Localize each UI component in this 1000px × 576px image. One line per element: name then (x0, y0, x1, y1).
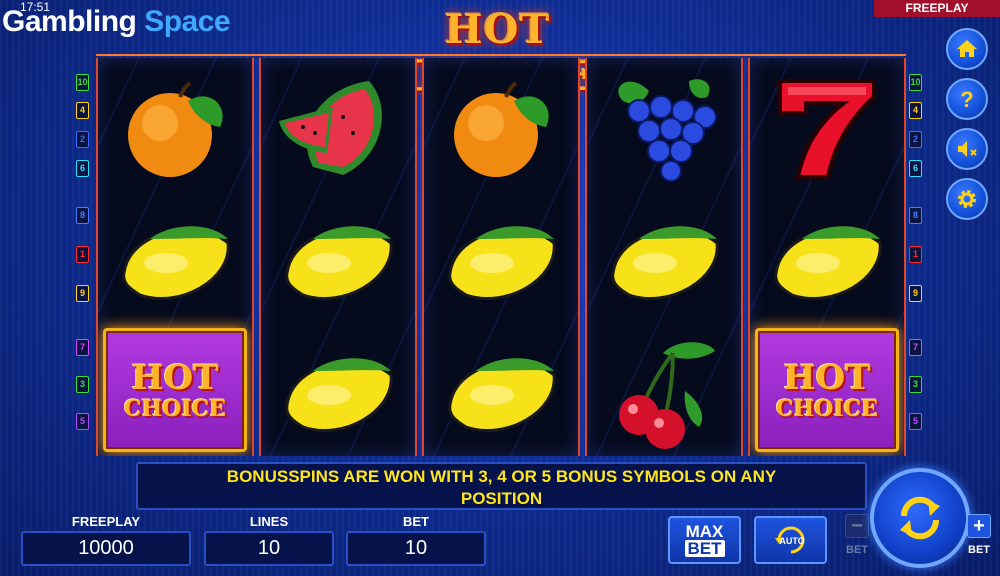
orange-icon (128, 81, 223, 177)
freeplay-stat: FREEPLAY 10000 (21, 514, 191, 566)
symbol-cell (261, 60, 415, 192)
lemon-icon (774, 226, 882, 301)
home-button[interactable] (946, 28, 988, 70)
sound-muted-icon (958, 141, 977, 157)
spin-icon (900, 496, 940, 540)
line-indicator: 2 (76, 131, 89, 148)
line-indicator: 5 (909, 413, 922, 430)
bet-increase-button[interactable]: + BET (964, 514, 994, 562)
sound-button[interactable] (946, 128, 988, 170)
cherries-icon (619, 342, 715, 449)
line-indicator: 7 (76, 339, 89, 356)
line-indicator: 9 (76, 285, 89, 302)
freeplay-value: 10000 (21, 531, 191, 566)
reel-5: HOT CHOICE (748, 58, 906, 456)
mode-badge: FREEPLAY (874, 0, 1000, 17)
message-bar: BONUSSPINS ARE WON WITH 3, 4 OR 5 BONUS … (136, 462, 867, 510)
symbol-cell: HOT CHOICE (750, 324, 904, 456)
symbol-cell (587, 192, 741, 324)
symbol-cell (424, 192, 578, 324)
line-indicator: 6 (909, 160, 922, 177)
max-bet-line1: MAX (685, 522, 724, 541)
spin-button[interactable] (870, 468, 970, 568)
symbol-cell (261, 192, 415, 324)
lemon-icon (285, 358, 393, 433)
max-bet-line2: BET (684, 540, 725, 557)
bet-decrease-button[interactable]: − BET (842, 514, 872, 562)
symbol-cell (750, 60, 904, 192)
symbol-cell: HOT CHOICE (98, 324, 252, 456)
line-indicator: 6 (76, 160, 89, 177)
freeplay-label: FREEPLAY (71, 514, 141, 529)
orange-icon (454, 81, 549, 177)
bet-label: BET (403, 514, 429, 529)
symbol-cell (424, 324, 578, 456)
symbol-cell (98, 192, 252, 324)
bet-value: 10 (346, 531, 486, 566)
lemon-icon (285, 226, 393, 301)
lines-stat: LINES 10 (204, 514, 334, 566)
symbol-cell (587, 60, 741, 192)
hot-choice-line1: HOT (783, 358, 871, 398)
hot-choice-symbol: HOT CHOICE (103, 328, 247, 452)
bet-decrease-sign: − (845, 514, 869, 538)
watermelon-icon (279, 81, 382, 175)
bet-increase-label: BET (968, 544, 990, 556)
lines-label: LINES (249, 514, 289, 529)
reel-4 (585, 58, 743, 456)
symbol-cell (750, 192, 904, 324)
line-indicator: 8 (909, 207, 922, 224)
hot-choice-line2: CHOICE (775, 396, 879, 422)
hot-choice-symbol: HOT CHOICE (755, 328, 899, 452)
reels-area: HOT CHOICE HOT CHOICE (96, 54, 906, 456)
symbol-cell (587, 324, 741, 456)
grapes-icon (618, 79, 717, 182)
brand-part2: Space (144, 5, 231, 38)
line-indicator: 3 (76, 376, 89, 393)
lemon-icon (448, 226, 556, 301)
settings-button[interactable] (946, 178, 988, 220)
line-indicator: 10 (76, 74, 89, 91)
line-indicator: 8 (76, 207, 89, 224)
reel-3 (422, 58, 580, 456)
hot-choice-line1: HOT (131, 358, 219, 398)
help-button[interactable]: ? (946, 78, 988, 120)
line-indicator: 1 (909, 246, 922, 263)
autoplay-label: AUTO (779, 536, 804, 546)
lemon-icon (122, 226, 230, 301)
line-indicator: 9 (909, 285, 922, 302)
lemon-icon (448, 358, 556, 433)
bet-decrease-label: BET (846, 544, 868, 556)
message-line-1: BONUSSPINS ARE WON WITH 3, 4 OR 5 BONUS … (226, 467, 777, 486)
svg-text:?: ? (960, 87, 973, 111)
lemon-icon (611, 226, 719, 301)
hot-choice-line2: CHOICE (123, 396, 227, 422)
line-indicator: 4 (76, 102, 89, 119)
autoplay-icon: AUTO (774, 526, 804, 554)
lines-value: 10 (204, 531, 334, 566)
home-icon (957, 40, 977, 57)
reel-1: HOT CHOICE (96, 58, 254, 456)
brand-logo: Gambling Space (2, 5, 231, 39)
help-icon: ? (960, 87, 973, 111)
line-indicator: 2 (909, 131, 922, 148)
line-indicator: 5 (76, 413, 89, 430)
settings-icon (958, 190, 976, 208)
bet-increase-sign: + (967, 514, 991, 538)
line-indicator: 7 (909, 339, 922, 356)
autoplay-button[interactable]: AUTO (754, 516, 827, 564)
line-indicator: 1 (76, 246, 89, 263)
brand-part1: Gambling (2, 5, 137, 38)
line-indicator: 3 (909, 376, 922, 393)
bet-stat: BET 10 (346, 514, 486, 566)
symbol-cell (261, 324, 415, 456)
line-indicator: 10 (909, 74, 922, 91)
symbol-cell (98, 60, 252, 192)
max-bet-button[interactable]: MAX BET (668, 516, 741, 564)
line-indicator: 4 (909, 102, 922, 119)
seven-icon (778, 79, 876, 179)
reel-2 (259, 58, 417, 456)
symbol-cell (424, 60, 578, 192)
message-line-2: POSITION (460, 489, 543, 508)
